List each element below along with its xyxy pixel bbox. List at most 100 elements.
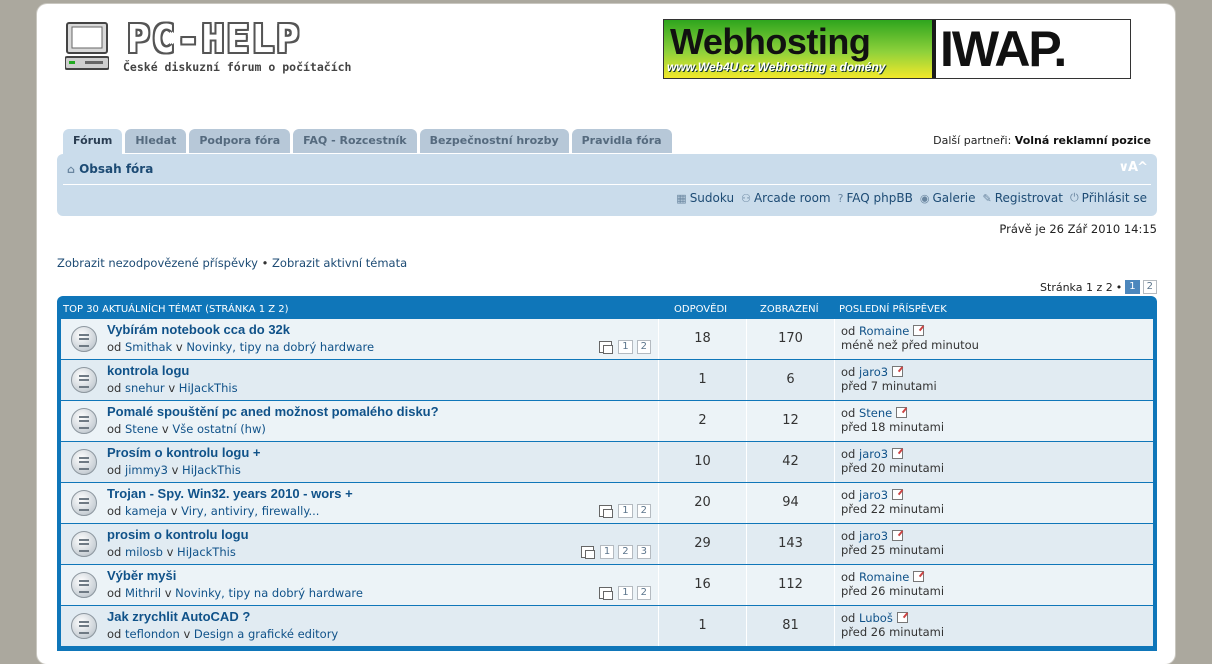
topic-title[interactable]: kontrola logu [107, 363, 189, 378]
topic-title[interactable]: prosim o kontrolu logu [107, 527, 249, 542]
topic-author[interactable]: Mithril [125, 586, 161, 600]
tab-faq[interactable]: FAQ - Rozcestník [293, 129, 417, 153]
topic-forum[interactable]: HiJackThis [182, 463, 241, 477]
topic-views: 143 [746, 524, 834, 564]
view-latest-post-icon[interactable] [892, 366, 904, 377]
partners-link[interactable]: Volná reklamní pozice [1015, 134, 1151, 147]
last-post-author[interactable]: jaro3 [859, 488, 888, 502]
topic-author[interactable]: kameja [125, 504, 167, 518]
topic-page-link[interactable]: 1 [599, 545, 615, 559]
last-post-author[interactable]: Stene [859, 406, 892, 420]
topic-author[interactable]: jimmy3 [125, 463, 168, 477]
topic-replies: 1 [658, 360, 746, 400]
nav-link-login[interactable]: ⏻ Přihlásit se [1070, 191, 1147, 205]
topic-read-icon [71, 572, 97, 598]
page-link[interactable]: 2 [1142, 280, 1157, 294]
by-text: od [841, 447, 856, 461]
topic-forum[interactable]: HiJackThis [179, 381, 238, 395]
view-latest-post-icon[interactable] [892, 489, 904, 500]
topic-read-icon [71, 408, 97, 434]
tab-search[interactable]: Hledat [125, 129, 187, 153]
topic-page-link[interactable]: 2 [636, 340, 651, 354]
topic-page-link[interactable]: 1 [618, 504, 633, 518]
topic-forum[interactable]: Novinky, tipy na dobrý hardware [175, 586, 363, 600]
view-latest-post-icon[interactable] [896, 612, 908, 623]
tab-forum-rules[interactable]: Pravidla fóra [571, 129, 672, 153]
logo-title: PC-HELP [127, 17, 302, 61]
topic-title[interactable]: Výběr myši [107, 568, 176, 583]
last-post-time: před 22 minutami [841, 502, 945, 516]
topic-replies: 20 [658, 483, 746, 523]
view-latest-post-icon[interactable] [896, 407, 908, 418]
nav-link-gallery[interactable]: ◉ Galerie [920, 191, 976, 205]
last-post-author[interactable]: Romaine [859, 570, 909, 584]
link-unanswered[interactable]: Zobrazit nezodpovězené příspěvky [57, 256, 258, 270]
pages-icon [599, 505, 614, 518]
topic-author[interactable]: Smithak [125, 340, 172, 354]
topic-title[interactable]: Jak zrychlit AutoCAD ? [107, 609, 250, 624]
nav-link-register[interactable]: ✎ Registrovat [982, 191, 1062, 205]
nav-link-faq[interactable]: ? FAQ phpBB [838, 191, 913, 205]
topic-title[interactable]: Pomalé spouštění pc aned možnost pomaléh… [107, 404, 439, 419]
page-frame: PC-HELP České diskuzní fórum o počítačíc… [37, 4, 1175, 664]
topic-title[interactable]: Trojan - Spy. Win32. years 2010 - wors + [107, 486, 353, 501]
in-text: v [168, 381, 176, 395]
topic-title[interactable]: Vybírám notebook cca do 32k [107, 322, 290, 337]
last-post-time: před 20 minutami [841, 461, 945, 475]
table-row: Jak zrychlit AutoCAD ? od teflondon v De… [61, 606, 1153, 646]
topic-read-icon [71, 613, 97, 639]
table-row: prosim o kontrolu logu od milosb v HiJac… [61, 524, 1153, 564]
font-size-change-icon[interactable]: ∨A^ [1118, 160, 1147, 175]
topic-page-link[interactable]: 2 [618, 545, 633, 559]
topic-views: 6 [746, 360, 834, 400]
nav-link-arcade[interactable]: ⚇ Arcade room [741, 191, 831, 205]
last-post-author[interactable]: jaro3 [859, 447, 888, 461]
topic-author[interactable]: teflondon [125, 627, 180, 641]
view-latest-post-icon[interactable] [892, 448, 904, 459]
site-logo[interactable]: PC-HELP České diskuzní fórum o počítačíc… [65, 19, 395, 89]
last-post-author-line: od jaro3 [841, 488, 904, 502]
topic-meta: od kameja v Viry, antiviry, firewally... [107, 504, 319, 518]
ad-banner[interactable]: Webhosting www.Web4U.cz Webhosting a dom… [663, 19, 1131, 79]
topic-author[interactable]: snehur [125, 381, 165, 395]
topic-author[interactable]: milosb [125, 545, 163, 559]
topic-page-link[interactable]: 3 [636, 545, 651, 559]
topic-author[interactable]: Stene [125, 422, 158, 436]
tab-security-threats[interactable]: Bezpečnostní hrozby [419, 129, 569, 153]
nav-link-sudoku[interactable]: ▦ Sudoku [676, 191, 734, 205]
view-latest-post-icon[interactable] [892, 530, 904, 541]
view-latest-post-icon[interactable] [913, 325, 925, 336]
tab-forum[interactable]: Fórum [63, 129, 123, 154]
last-post-author[interactable]: jaro3 [859, 529, 888, 543]
pages-icon [599, 587, 614, 600]
topic-page-link[interactable]: 2 [636, 586, 651, 600]
last-post-author[interactable]: Romaine [859, 324, 909, 338]
by-text: od [841, 611, 856, 625]
last-post-cell: od Romaine méně než před minutou [834, 319, 1153, 359]
table-row: Pomalé spouštění pc aned možnost pomaléh… [61, 401, 1153, 441]
link-active-topics[interactable]: Zobrazit aktivní témata [272, 256, 407, 270]
tab-forum-support[interactable]: Podpora fóra [189, 129, 291, 153]
view-latest-post-icon[interactable] [913, 571, 925, 582]
topic-forum[interactable]: Viry, antiviry, firewally... [181, 504, 319, 518]
topic-forum[interactable]: Vše ostatní (hw) [172, 422, 266, 436]
topic-forum[interactable]: HiJackThis [177, 545, 236, 559]
topic-views: 112 [746, 565, 834, 605]
topic-meta: od Stene v Vše ostatní (hw) [107, 422, 266, 436]
topic-page-link[interactable]: 1 [618, 340, 633, 354]
topic-forum[interactable]: Design a grafické editory [194, 627, 338, 641]
breadcrumb-home[interactable]: ⌂ Obsah fóra [67, 162, 153, 176]
last-post-time: před 25 minutami [841, 543, 945, 557]
in-text: v [175, 340, 183, 354]
column-topics: TOP 30 AKTUÁLNÍCH TÉMAT (STRÁNKA 1 Z 2) [63, 304, 289, 315]
topic-forum[interactable]: Novinky, tipy na dobrý hardware [186, 340, 374, 354]
topic-page-link[interactable]: 1 [618, 586, 633, 600]
in-text: v [161, 422, 169, 436]
topic-page-link[interactable]: 2 [636, 504, 651, 518]
last-post-author[interactable]: Luboš [859, 611, 893, 625]
topic-views: 12 [746, 401, 834, 441]
last-post-cell: od jaro3 před 25 minutami [834, 524, 1153, 564]
last-post-author[interactable]: jaro3 [859, 365, 888, 379]
page-link-current[interactable]: 1 [1125, 280, 1140, 294]
topic-title[interactable]: Prosím o kontrolu logu + [107, 445, 260, 460]
